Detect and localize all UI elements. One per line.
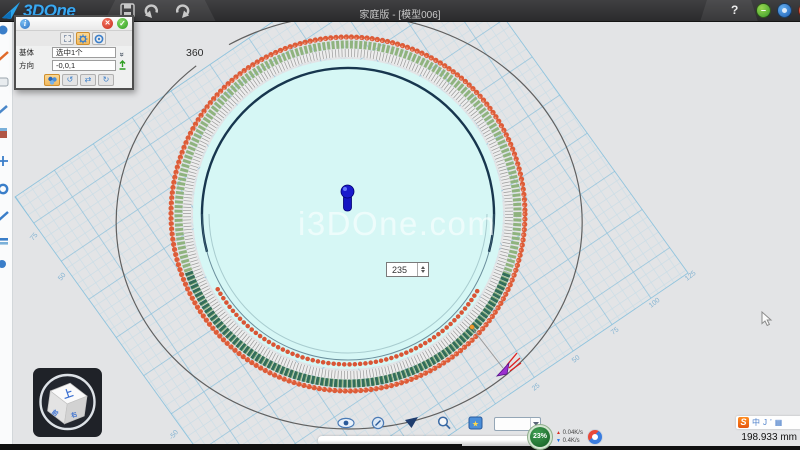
- option-button-3[interactable]: ⇄: [80, 74, 96, 86]
- cancel-button[interactable]: ✕: [102, 18, 113, 29]
- ime-mode-2[interactable]: J: [763, 418, 767, 427]
- ime-toolbar[interactable]: S 中 J ’ ▦: [736, 416, 800, 429]
- help-button[interactable]: ?: [731, 3, 738, 17]
- angle-spinner[interactable]: [417, 263, 428, 276]
- view-navigation-widget[interactable]: 上 前 右: [33, 368, 102, 437]
- fan-icon: [47, 75, 58, 86]
- mode-extrude-button[interactable]: [60, 32, 74, 45]
- spinner-up-icon[interactable]: [421, 266, 425, 269]
- mode-buttons-row: [16, 31, 132, 46]
- memory-percent-ball[interactable]: 23%: [527, 424, 553, 450]
- length-readout: 198.933 mm: [741, 432, 797, 443]
- dashed-box-icon: [64, 35, 71, 42]
- sogou-logo[interactable]: S: [738, 417, 749, 428]
- option-fan-button[interactable]: [44, 74, 60, 86]
- minimize-button[interactable]: –: [756, 3, 771, 18]
- option-button-2[interactable]: ↺: [62, 74, 78, 86]
- favorite-view-button[interactable]: ★: [468, 416, 484, 430]
- ime-mode-chinese[interactable]: 中: [752, 417, 760, 428]
- gear-icon: [78, 34, 88, 44]
- option-buttons-row: ↺ ⇄ ↻: [16, 72, 132, 88]
- sidebar-tool-icons[interactable]: [0, 26, 8, 269]
- angle-value[interactable]: 235: [387, 263, 417, 276]
- mode-sweep-button[interactable]: [92, 32, 106, 45]
- direction-field[interactable]: -0,0,1: [52, 60, 116, 71]
- left-toolbar: [0, 22, 13, 444]
- net-speeds: ▲ 0.04K/s ▼ 0.4K/s: [556, 429, 583, 445]
- direction-label: 方向: [19, 60, 52, 71]
- show-hide-eye-button[interactable]: [337, 417, 355, 430]
- dimension-total-label: 360: [186, 47, 204, 59]
- base-field[interactable]: 选中1个: [52, 47, 116, 58]
- ime-mode-3[interactable]: ’: [770, 418, 772, 427]
- mode-revolve-button[interactable]: [76, 32, 90, 45]
- wheel-icon: [94, 34, 104, 44]
- direction-row: 方向 -0,0,1: [16, 59, 132, 72]
- pick-direction-icon[interactable]: [116, 57, 129, 75]
- measure-tool-button[interactable]: [371, 416, 386, 430]
- ok-button[interactable]: ✓: [117, 18, 128, 29]
- revolve-dialog: i ✕ ✓ 基体 选中1个 » 方向 -0,0,1 ↺ ⇄ ↻: [14, 15, 134, 90]
- ime-mode-4[interactable]: ▦: [775, 418, 783, 427]
- base-label: 基体: [19, 47, 52, 58]
- taskbar-left: [0, 444, 462, 450]
- filter-tool-button[interactable]: [404, 417, 419, 429]
- info-icon: i: [20, 19, 30, 29]
- spinner-down-icon[interactable]: [421, 270, 425, 273]
- taskbar-right: [462, 446, 800, 450]
- zoom-tool-button[interactable]: [437, 416, 452, 430]
- watermark: i3DOne.com: [298, 205, 496, 242]
- network-monitor-widget[interactable]: 23% ▲ 0.04K/s ▼ 0.4K/s: [527, 424, 603, 450]
- start-point-marker: [470, 325, 474, 329]
- angle-input[interactable]: 235: [386, 262, 429, 277]
- maximize-button[interactable]: [777, 3, 792, 18]
- base-row: 基体 选中1个 »: [16, 46, 132, 59]
- dialog-header: i ✕ ✓: [16, 17, 132, 31]
- svg-text:★: ★: [472, 420, 479, 429]
- option-button-4[interactable]: ↻: [98, 74, 114, 86]
- browser-icon[interactable]: [587, 429, 603, 445]
